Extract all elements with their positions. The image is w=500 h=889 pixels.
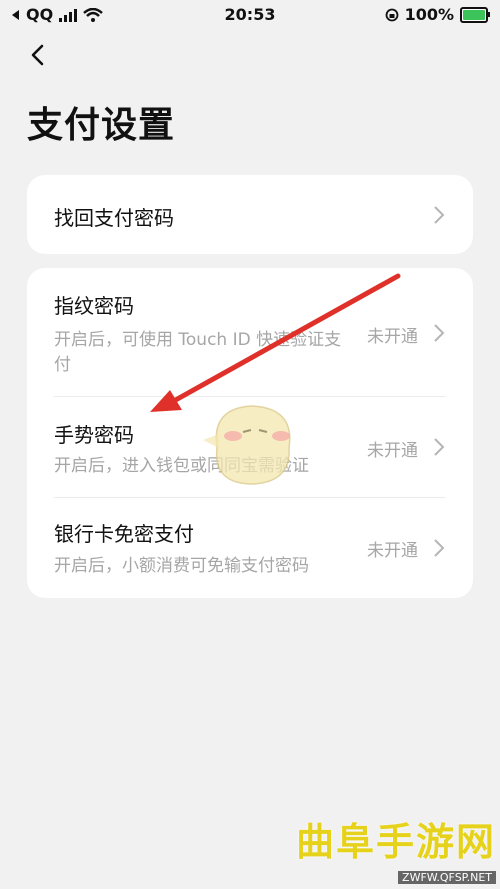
annotation-arrow: [150, 273, 401, 412]
site-watermark: 曲阜手游网 ZWFW.QFSP.NET: [296, 811, 496, 885]
watermark-url: ZWFW.QFSP.NET: [398, 871, 496, 884]
watermark-title: 曲阜手游网: [295, 820, 496, 864]
